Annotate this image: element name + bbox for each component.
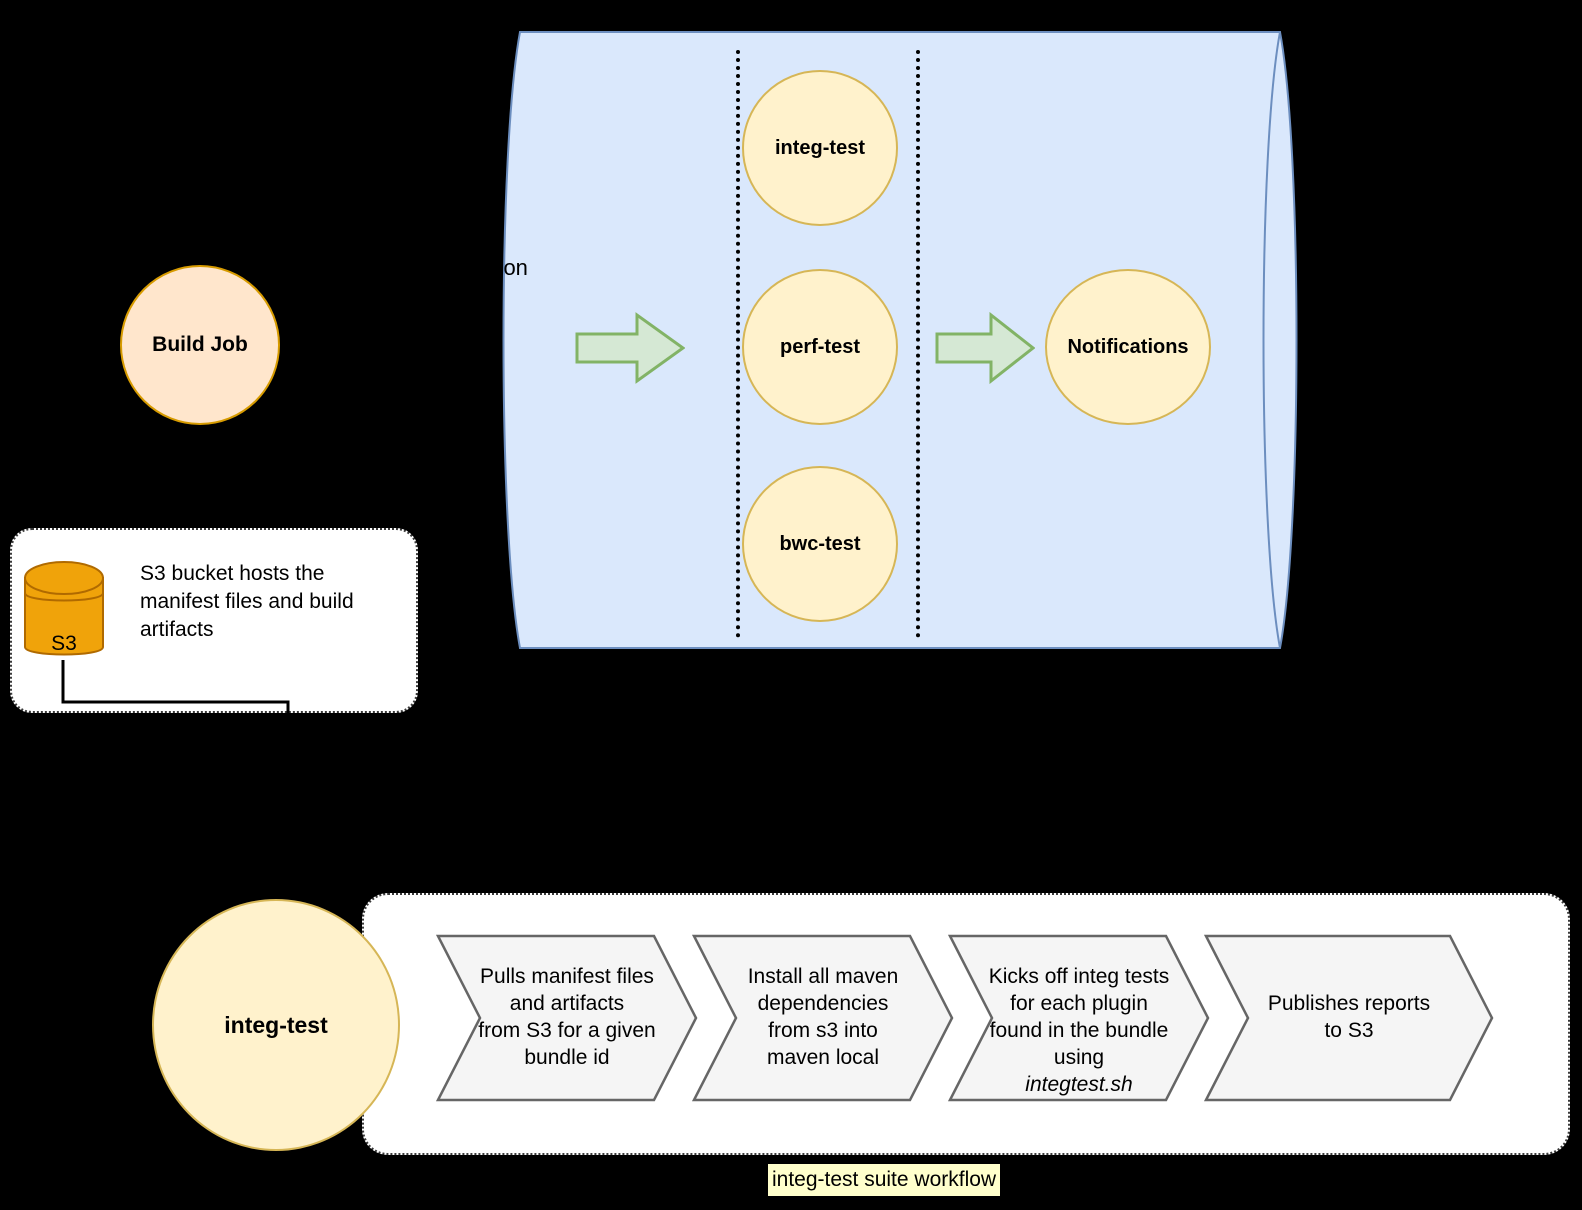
- test-node-perf-test-label: perf-test: [779, 335, 860, 358]
- test-node-perf-test[interactable]: perf-test: [742, 269, 898, 425]
- test-node-integ-test-label: integ-test: [775, 136, 865, 159]
- integtest-script-name: integtest.sh: [1025, 1072, 1133, 1096]
- workflow-step-2[interactable]: Install all maven dependencies from s3 i…: [692, 934, 954, 1102]
- s3-description: S3 bucket hosts the manifest files and b…: [140, 562, 354, 641]
- build-job-label: Build Job: [152, 333, 248, 357]
- integ-test-actor-node[interactable]: integ-test: [152, 899, 400, 1151]
- flow-arrow-into-tests: [575, 312, 686, 384]
- workflow-step-4-text: Publishes reports to S3: [1267, 992, 1431, 1042]
- version-label: ersion: [468, 255, 528, 280]
- test-node-bwc-test-label: bwc-test: [779, 532, 861, 555]
- integ-test-actor-label: integ-test: [224, 1011, 328, 1038]
- notifications-node-label: Notifications: [1067, 335, 1189, 358]
- workflow-step-1-text: Pulls manifest files and artifacts from …: [478, 965, 656, 1069]
- workflow-step-3[interactable]: Kicks off integ tests for each plugin fo…: [948, 934, 1210, 1102]
- test-node-integ-test[interactable]: integ-test: [742, 70, 898, 226]
- lane-divider-right: [916, 50, 920, 638]
- s3-bucket-label: S3: [51, 632, 77, 655]
- workflow-caption: integ-test suite workflow: [768, 1164, 1001, 1196]
- workflow-step-2-text: Install all maven dependencies from s3 i…: [747, 965, 899, 1069]
- workflow-step-3-text: Kicks off integ tests for each plugin fo…: [988, 965, 1170, 1096]
- diagram-canvas: ersion integ-test perf-test bwc-test Not…: [0, 0, 1582, 1210]
- lane-divider-left: [736, 50, 740, 638]
- workflow-step-4[interactable]: Publishes reports to S3: [1204, 934, 1494, 1102]
- build-job-node[interactable]: Build Job: [120, 265, 280, 425]
- s3-output-connector: [48, 660, 308, 725]
- flow-arrow-into-notifications: [935, 311, 1036, 385]
- notifications-node[interactable]: Notifications: [1045, 269, 1211, 425]
- test-node-bwc-test[interactable]: bwc-test: [742, 466, 898, 622]
- workflow-step-1[interactable]: Pulls manifest files and artifacts from …: [436, 934, 698, 1102]
